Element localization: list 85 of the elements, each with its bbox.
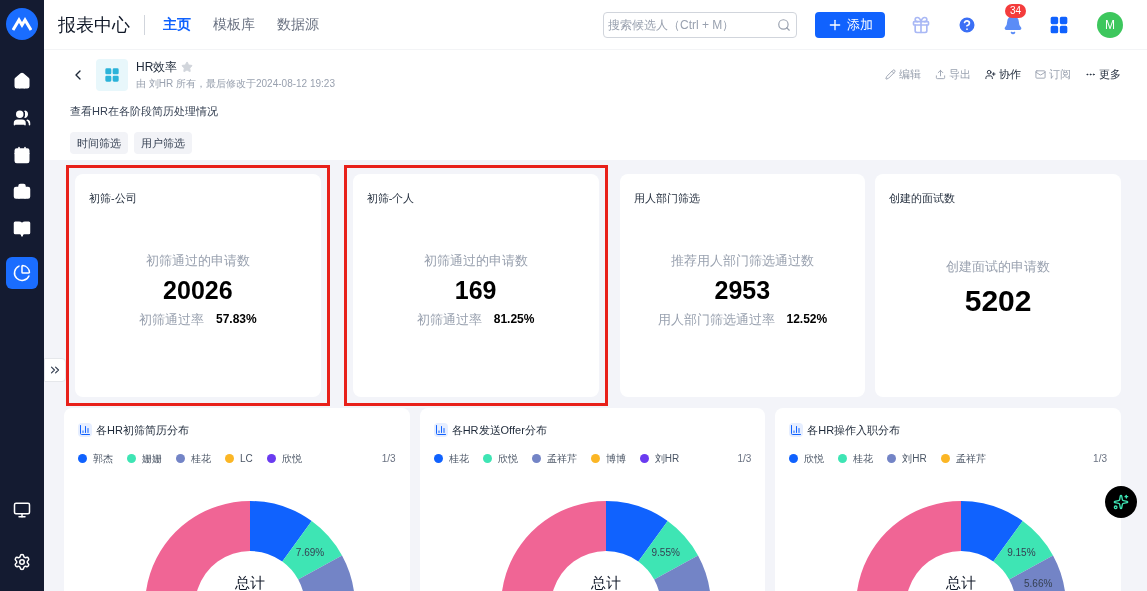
action-button[interactable]: 协作 bbox=[985, 66, 1021, 83]
sparkle-icon bbox=[1113, 494, 1129, 510]
chart-icon bbox=[433, 423, 448, 438]
legend-label: LC bbox=[240, 451, 253, 466]
legend-label: 刘HR bbox=[902, 451, 927, 466]
help-icon[interactable] bbox=[957, 14, 977, 35]
monitor-icon[interactable] bbox=[13, 501, 31, 519]
search-field[interactable]: 搜索候选人（Ctrl + M） bbox=[603, 11, 797, 38]
nav-icon[interactable] bbox=[13, 183, 31, 201]
mail-icon bbox=[1035, 69, 1046, 80]
logo-icon[interactable] bbox=[6, 8, 38, 40]
rate-value: 81.25% bbox=[493, 311, 535, 329]
notification-badge: 34 bbox=[1005, 3, 1027, 18]
star-icon[interactable] bbox=[181, 61, 194, 73]
settings-icon[interactable] bbox=[13, 553, 31, 571]
rate-label: 用人部门筛选通过率 bbox=[657, 310, 775, 329]
expand-button[interactable] bbox=[44, 358, 66, 382]
legend-label: 郭杰 bbox=[93, 451, 113, 466]
chart-title: 各HR操作入职分布 bbox=[807, 423, 901, 438]
legend-label: 孟祥芹 bbox=[955, 451, 986, 466]
nav-tab[interactable]: 模板库 bbox=[213, 14, 255, 35]
card-title: 用人部门筛选 bbox=[633, 191, 701, 206]
rate-value: 12.52% bbox=[786, 311, 828, 329]
nav-tab[interactable]: 数据源 bbox=[277, 14, 319, 35]
report-icon bbox=[96, 58, 128, 91]
search-icon bbox=[777, 17, 791, 32]
user-add-icon bbox=[985, 69, 996, 80]
nav-icon[interactable] bbox=[13, 109, 31, 127]
action-button[interactable]: 更多 bbox=[1085, 66, 1121, 83]
pie-chart-icon bbox=[13, 264, 31, 282]
chart-icon bbox=[789, 423, 804, 438]
filter-chip[interactable]: 时间筛选 bbox=[70, 131, 128, 154]
card-title: 初筛-公司 bbox=[89, 191, 138, 206]
add-button[interactable]: 添加 bbox=[815, 11, 885, 38]
metric-label: 初筛通过的申请数 bbox=[423, 251, 528, 270]
report-title: HR效率 bbox=[136, 59, 178, 76]
card-title: 创建的面试数 bbox=[889, 191, 957, 206]
nav-icon[interactable] bbox=[13, 220, 31, 238]
legend-label: 姗姗 bbox=[142, 451, 162, 466]
metric-value: 2953 bbox=[714, 275, 771, 306]
legend-label: 欣悦 bbox=[281, 451, 302, 466]
donut-center-label: 总计 bbox=[235, 575, 265, 590]
upload-icon bbox=[935, 69, 946, 80]
legend-pager[interactable]: 1/3 bbox=[737, 450, 752, 466]
nav-tab[interactable]: 主页 bbox=[163, 14, 191, 35]
legend-label: 欣悦 bbox=[497, 451, 518, 466]
metric-label: 推荐用人部门筛选通过数 bbox=[670, 251, 814, 270]
slice-label: 7.69% bbox=[295, 548, 325, 559]
nav-icon[interactable] bbox=[13, 146, 31, 164]
legend-pager[interactable]: 1/3 bbox=[1093, 450, 1107, 466]
legend-label: 桂花 bbox=[448, 451, 469, 466]
report-description: 查看HR在各阶段简历处理情况 bbox=[70, 104, 219, 119]
rate-label: 初筛通过率 bbox=[139, 310, 204, 329]
metric-value: 5202 bbox=[964, 283, 1032, 319]
legend-label: 欣悦 bbox=[804, 451, 825, 466]
slice-label: 9.55% bbox=[651, 548, 680, 559]
nav-icon[interactable] bbox=[13, 72, 31, 90]
legend-label: 刘HR bbox=[654, 451, 680, 466]
metric-label: 创建面试的申请数 bbox=[946, 257, 1051, 276]
chart-icon bbox=[78, 423, 92, 438]
legend-label: 博博 bbox=[605, 451, 626, 466]
chart-title: 各HR初筛简历分布 bbox=[96, 423, 189, 438]
slice-label: 9.15% bbox=[1007, 548, 1036, 559]
legend-label: 桂花 bbox=[191, 451, 211, 466]
reports-nav-button[interactable] bbox=[6, 257, 38, 289]
donut-center-label: 总计 bbox=[590, 575, 621, 590]
report-meta: 由 刘HR 所有，最后修改于2024-08-12 19:23 bbox=[136, 77, 335, 91]
donut-center-label: 总计 bbox=[946, 575, 977, 590]
app-title: 报表中心 bbox=[58, 14, 145, 35]
legend-label: 孟祥芹 bbox=[546, 451, 577, 466]
legend-label: 桂花 bbox=[853, 451, 874, 466]
metric-value: 169 bbox=[454, 275, 497, 306]
slice-label: 5.66% bbox=[1024, 578, 1053, 589]
metric-label: 初筛通过的申请数 bbox=[145, 251, 250, 270]
legend-pager[interactable]: 1/3 bbox=[381, 450, 396, 466]
rate-value: 57.83% bbox=[216, 311, 257, 329]
chart-title: 各HR发送Offer分布 bbox=[451, 423, 547, 438]
filter-chip[interactable]: 用户筛选 bbox=[134, 131, 192, 154]
rate-label: 初筛通过率 bbox=[416, 310, 482, 329]
card-title: 初筛-个人 bbox=[366, 191, 416, 206]
assistant-button[interactable] bbox=[1105, 486, 1137, 518]
metric-value: 20026 bbox=[163, 275, 233, 306]
chevrons-right-icon bbox=[48, 363, 62, 377]
pencil-icon bbox=[885, 69, 896, 80]
apps-icon[interactable] bbox=[1049, 14, 1069, 35]
